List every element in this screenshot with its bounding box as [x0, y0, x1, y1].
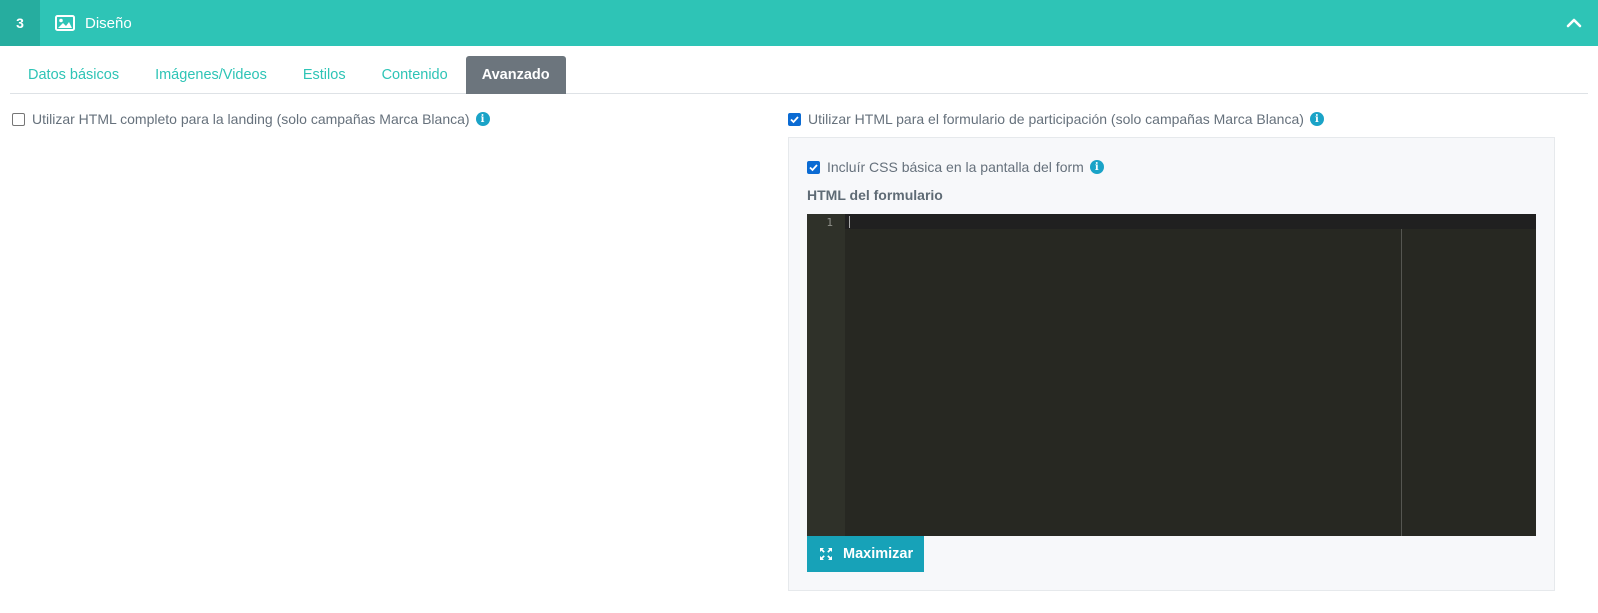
tab-estilos[interactable]: Estilos: [285, 56, 364, 94]
tab-bar: Datos básicos Imágenes/Videos Estilos Co…: [10, 56, 1588, 94]
html-form-label[interactable]: Utilizar HTML para el formulario de part…: [808, 111, 1304, 127]
section-header[interactable]: 3 Diseño: [0, 0, 1598, 46]
full-html-landing-label[interactable]: Utilizar HTML completo para la landing (…: [32, 111, 470, 127]
editor-gutter: 1: [807, 214, 845, 536]
maximize-label: Maximizar: [843, 546, 914, 562]
image-icon: [55, 15, 75, 31]
basic-css-option: Incluír CSS básica en la pantalla del fo…: [807, 159, 1104, 175]
editor-label: HTML del formulario: [807, 187, 943, 203]
expand-icon: [820, 548, 832, 560]
html-form-option: Utilizar HTML para el formulario de part…: [788, 111, 1324, 127]
html-form-checkbox[interactable]: [788, 112, 801, 126]
tab-datos-basicos[interactable]: Datos básicos: [10, 56, 137, 94]
code-editor[interactable]: 1: [807, 214, 1536, 536]
tab-contenido[interactable]: Contenido: [364, 56, 466, 94]
check-icon: [790, 115, 799, 123]
chevron-up-icon[interactable]: [1564, 13, 1584, 33]
tab-avanzado[interactable]: Avanzado: [465, 56, 566, 94]
section-title: Diseño: [85, 14, 132, 32]
full-html-landing-option: Utilizar HTML completo para la landing (…: [12, 111, 490, 127]
info-icon[interactable]: i: [1309, 112, 1324, 126]
maximize-button[interactable]: Maximizar: [807, 536, 924, 572]
step-number: 3: [0, 0, 40, 46]
tab-imagenes-videos[interactable]: Imágenes/Videos: [137, 56, 285, 94]
basic-css-label[interactable]: Incluír CSS básica en la pantalla del fo…: [827, 159, 1084, 175]
text-cursor: [849, 216, 850, 228]
info-icon[interactable]: i: [1089, 160, 1104, 174]
full-html-landing-checkbox[interactable]: [12, 112, 25, 126]
basic-css-checkbox[interactable]: [807, 160, 820, 174]
active-line: [845, 214, 1536, 229]
info-icon[interactable]: i: [475, 112, 490, 126]
line-number: 1: [826, 216, 833, 229]
check-icon: [809, 163, 818, 171]
print-margin: [1401, 229, 1402, 536]
